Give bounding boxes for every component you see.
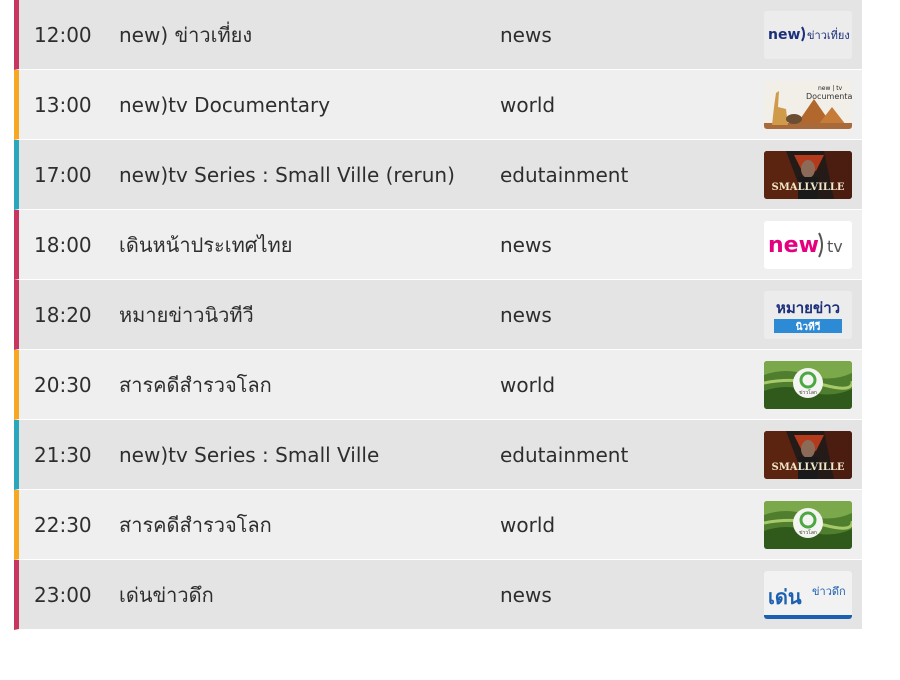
program-time: 13:00	[34, 93, 92, 117]
program-category: edutainment	[500, 163, 629, 187]
program-category: world	[500, 93, 556, 117]
thumb-label: หมายข่าว	[776, 299, 840, 317]
program-category: edutainment	[500, 443, 629, 467]
schedule-row[interactable]: 22:30 สารคดีสำรวจโลก world ข่าวโลก	[14, 490, 862, 560]
tv-schedule-list: 12:00 new) ข่าวเที่ยง news new ข่าวเที่ย…	[14, 0, 862, 630]
program-title[interactable]: หมายข่าวนิวทีวี	[119, 280, 489, 350]
maikhao-newtv-logo-icon[interactable]: หมายข่าว นิวทีวี	[764, 291, 852, 339]
program-category: news	[500, 583, 552, 607]
program-time: 20:30	[34, 373, 92, 397]
schedule-row[interactable]: 18:00 เดินหน้าประเทศไทย news new tv	[14, 210, 862, 280]
newtv-logo-icon[interactable]: new tv	[764, 221, 852, 269]
world-documentary-thumbnail-icon[interactable]: ข่าวโลก	[764, 361, 852, 409]
program-time: 17:00	[34, 163, 92, 187]
program-title[interactable]: เดินหน้าประเทศไทย	[119, 210, 489, 280]
schedule-row[interactable]: 13:00 new)tv Documentary world new | tv …	[14, 70, 862, 140]
schedule-row[interactable]: 23:00 เด่นข่าวดึก news เด่น ข่าวดึก	[14, 560, 862, 630]
schedule-row[interactable]: 12:00 new) ข่าวเที่ยง news new ข่าวเที่ย…	[14, 0, 862, 70]
program-title[interactable]: new) ข่าวเที่ยง	[119, 0, 489, 70]
program-time: 18:00	[34, 233, 92, 257]
smallville-thumbnail-icon[interactable]: SMALLVILLE	[764, 431, 852, 479]
thumb-label: new | tv	[818, 85, 843, 92]
thumb-label: Documentary	[806, 92, 852, 101]
program-category: news	[500, 233, 552, 257]
thumb-label: ข่าวดึก	[812, 585, 846, 598]
schedule-row[interactable]: 18:20 หมายข่าวนิวทีวี news หมายข่าว นิวท…	[14, 280, 862, 350]
den-khao-duek-logo-icon[interactable]: เด่น ข่าวดึก	[764, 571, 852, 619]
program-category: news	[500, 303, 552, 327]
program-title[interactable]: new)tv Series : Small Ville	[119, 420, 489, 490]
program-title[interactable]: สารคดีสำรวจโลก	[119, 490, 489, 560]
program-title[interactable]: new)tv Documentary	[119, 70, 489, 140]
thumb-label: tv	[827, 237, 843, 256]
program-time: 12:00	[34, 23, 92, 47]
program-title[interactable]: สารคดีสำรวจโลก	[119, 350, 489, 420]
thumb-label: ข่าวเที่ยง	[807, 27, 850, 42]
program-title[interactable]: new)tv Series : Small Ville (rerun)	[119, 140, 489, 210]
program-title[interactable]: เด่นข่าวดึก	[119, 560, 489, 630]
world-documentary-thumbnail-icon[interactable]: ข่าวโลก	[764, 501, 852, 549]
documentary-thumbnail-icon[interactable]: new | tv Documentary	[764, 81, 852, 129]
thumb-label: new	[768, 27, 800, 43]
smallville-thumbnail-icon[interactable]: SMALLVILLE	[764, 151, 852, 199]
program-category: news	[500, 23, 552, 47]
program-category: world	[500, 513, 556, 537]
thumb-label: ข่าวโลก	[799, 389, 817, 396]
thumb-label: เด่น	[768, 585, 802, 609]
thumb-label: SMALLVILLE	[771, 462, 844, 473]
program-time: 23:00	[34, 583, 92, 607]
thumb-label: ข่าวโลก	[799, 529, 817, 536]
new-khao-thiang-logo-icon[interactable]: new ข่าวเที่ยง	[764, 11, 852, 59]
program-time: 18:20	[34, 303, 92, 327]
schedule-row[interactable]: 21:30 new)tv Series : Small Ville edutai…	[14, 420, 862, 490]
program-category: world	[500, 373, 556, 397]
thumb-label: new	[768, 233, 819, 258]
thumb-label: นิวทีวี	[796, 321, 821, 333]
thumb-label: SMALLVILLE	[771, 182, 844, 193]
program-time: 21:30	[34, 443, 92, 467]
schedule-row[interactable]: 17:00 new)tv Series : Small Ville (rerun…	[14, 140, 862, 210]
program-time: 22:30	[34, 513, 92, 537]
schedule-row[interactable]: 20:30 สารคดีสำรวจโลก world ข่าวโลก	[14, 350, 862, 420]
